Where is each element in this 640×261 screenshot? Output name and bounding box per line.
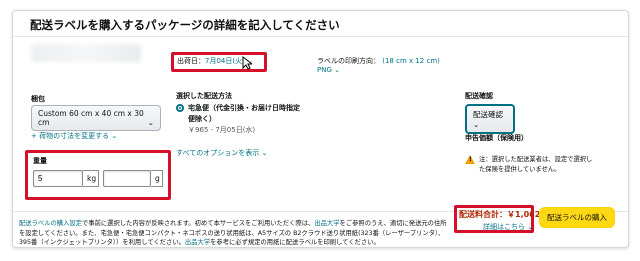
- shipping-label-panel: 配送ラベルを購入するパッケージの詳細を記入してください 出荷日：7月04日(火)…: [12, 10, 629, 248]
- redacted-address: [31, 44, 141, 62]
- all-options-label: すべてのオプションを表示: [176, 149, 260, 157]
- divider: [13, 36, 628, 37]
- package-select-value: Custom 60 cm x 40 cm x 30 cm: [38, 109, 144, 127]
- ship-date-value[interactable]: 7月04日(火): [205, 57, 245, 65]
- all-options-link[interactable]: すべてのオプションを表示 ⌄: [176, 148, 267, 158]
- weight-heading: 重量: [33, 157, 47, 165]
- chevron-down-icon: ⌄: [261, 149, 268, 157]
- shipping-method-heading: 選択した配送方法: [176, 92, 232, 100]
- shipping-option-line1: 宅急便（代金引換・お届け日時指定: [188, 104, 300, 112]
- weight-kg-unit: kg: [83, 170, 99, 187]
- seller-university-link-2[interactable]: 出品大学: [185, 239, 210, 246]
- change-dimensions-link[interactable]: + 荷物の寸法を変更する ⌄: [31, 131, 117, 141]
- weight-g-unit: g: [151, 170, 163, 187]
- details-link[interactable]: 詳細はこちら ⌄: [483, 222, 533, 232]
- chevron-down-icon: ⌄: [147, 118, 154, 127]
- weight-kg-input[interactable]: [33, 170, 83, 187]
- package-select[interactable]: Custom 60 cm x 40 cm x 30 cm ⌄: [31, 105, 161, 131]
- shipping-option-price-date: ￥965 - 7月05日(水): [188, 126, 256, 134]
- shipping-option-radio[interactable]: [176, 104, 184, 112]
- details-label: 詳細はこちら: [483, 223, 525, 231]
- chevron-down-icon: ⌄: [111, 132, 118, 140]
- footer-text-3: を参考に必ず規定の用紙に配送ラベルを印刷してください。: [210, 239, 380, 247]
- declared-value-heading: 申告価額（保険用）: [465, 134, 528, 142]
- label-format[interactable]: PNG: [317, 66, 332, 74]
- purchase-settings-link[interactable]: 配送ラベルの購入設定: [19, 220, 82, 227]
- change-dimensions-label: + 荷物の寸法を変更する: [31, 132, 110, 140]
- warning-icon: !: [465, 155, 475, 164]
- footer-text-1: で事前に選択した内容が反映されます。初めて本サービスをご利用いただく際は、: [81, 220, 315, 227]
- ship-date-label: 出荷日：: [177, 57, 205, 65]
- label-format-select[interactable]: PNG ⌄: [317, 66, 340, 74]
- page-title: 配送ラベルを購入するパッケージの詳細を記入してください: [30, 18, 340, 32]
- footer-notice: 配送ラベルの購入設定で事前に選択した内容が反映されます。初めて本サービスをご利用…: [19, 219, 449, 247]
- label-size: (18 cm x 12 cm): [382, 57, 440, 65]
- declared-value-note-line1: 注：選択した配送業者は、設定で選択し: [479, 156, 593, 163]
- label-print-label: ラベルの印刷方向：: [317, 57, 380, 65]
- delivery-confirm-value: 配送確認: [473, 110, 503, 119]
- label-print-direction: ラベルの印刷方向： (18 cm x 12 cm): [317, 56, 440, 66]
- chevron-down-icon: ⌄: [473, 120, 480, 129]
- declared-value-note-line2: た保険を提供していません。: [479, 166, 561, 173]
- weight-g-input[interactable]: [103, 170, 151, 187]
- seller-university-link[interactable]: 出品大学: [314, 220, 339, 227]
- delivery-confirm-select[interactable]: 配送確認 ⌄: [465, 104, 515, 134]
- buy-label-button[interactable]: 配送ラベルの購入: [539, 207, 615, 228]
- shipping-total: 配送料合計：￥1,062: [459, 210, 541, 219]
- package-heading: 梱包: [31, 95, 45, 103]
- mouse-cursor-icon: [242, 56, 252, 70]
- chevron-down-icon: ⌄: [334, 66, 340, 74]
- shipping-option-line2: 便除く）: [188, 115, 216, 123]
- delivery-confirm-heading: 配送確認: [465, 92, 493, 100]
- chevron-down-icon: ⌄: [527, 223, 534, 231]
